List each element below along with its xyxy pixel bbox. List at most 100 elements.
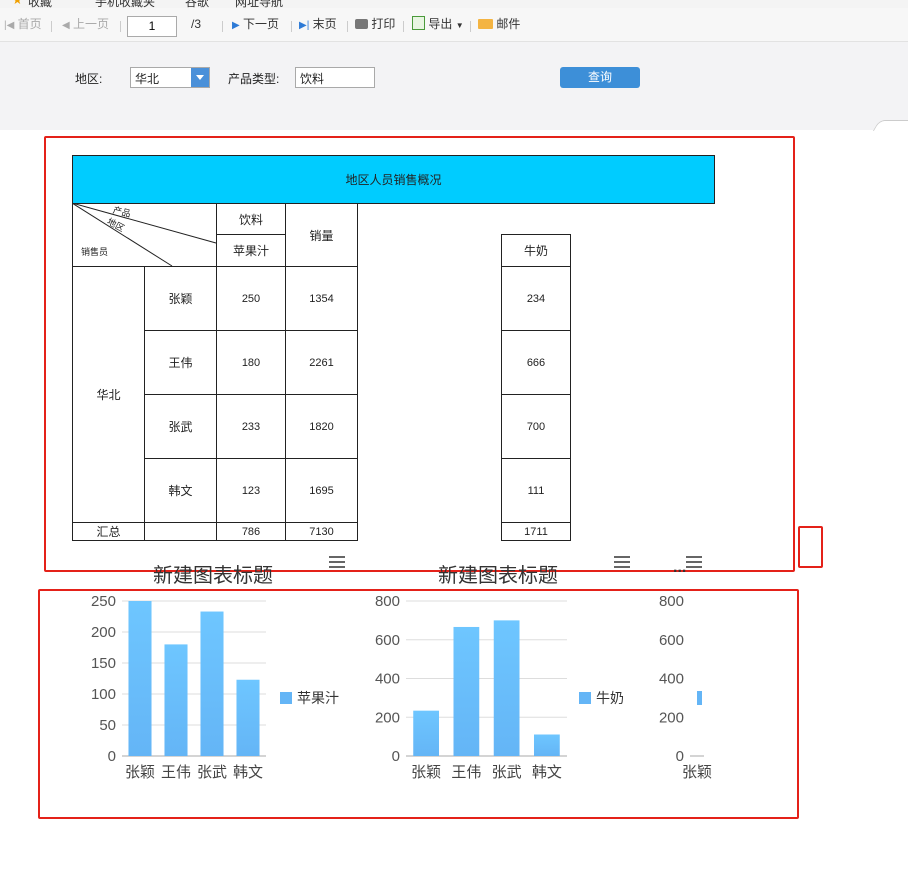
milk-value: 700	[501, 394, 571, 459]
y-tick-label: 0	[392, 748, 400, 765]
x-tick-label: 张颖	[125, 764, 155, 781]
y-tick-label: 0	[108, 748, 116, 765]
bar	[164, 644, 188, 756]
y-tick-label: 0	[676, 748, 684, 765]
bar-chart-juice: 0 50 100 150 200 250 张颖 王伟 张武 韩文 苹果汁	[91, 593, 339, 781]
seller-name: 张颖	[144, 266, 217, 331]
mail-button[interactable]: 邮件	[478, 8, 520, 41]
export-icon	[412, 16, 425, 30]
chart-title: ...	[673, 559, 687, 576]
total-label: 汇总	[72, 522, 145, 541]
query-button[interactable]: 查询	[560, 67, 640, 88]
legend-label: 苹果汁	[297, 690, 339, 706]
x-tick-label: 张颖	[682, 764, 712, 781]
bar-chart-milk: 0 200 400 600 800 张颖 王伟 张武 韩文 牛奶	[375, 593, 624, 781]
bar	[533, 734, 560, 756]
x-tick-label: 张颖	[411, 764, 441, 781]
region-select-value: 华北	[135, 72, 160, 86]
next-page-button[interactable]: ▶ 下一页	[232, 8, 279, 41]
y-tick-label: 150	[91, 655, 116, 672]
separator	[291, 21, 292, 32]
milk-value: 234	[501, 266, 571, 331]
menu-icon[interactable]	[329, 556, 345, 568]
y-tick-label: 600	[659, 632, 684, 649]
x-tick-label: 王伟	[451, 764, 481, 781]
seller-name: 张武	[144, 394, 217, 459]
milk-value: 666	[501, 330, 571, 395]
seller-name: 王伟	[144, 330, 217, 395]
first-page-button[interactable]: |◀ 首页	[4, 8, 42, 41]
header-juice: 苹果汁	[216, 234, 286, 267]
total-milk: 1711	[501, 522, 571, 541]
milk-value: 111	[501, 458, 571, 523]
product-type-input[interactable]: 饮料	[295, 67, 375, 88]
sales-value: 2261	[285, 330, 358, 395]
star-icon: ★	[12, 0, 23, 7]
favorite-item[interactable]: 收藏	[28, 0, 52, 8]
y-tick-label: 800	[659, 593, 684, 610]
chevron-down-icon: ▼	[455, 21, 464, 30]
juice-value: 233	[216, 394, 286, 459]
highlight-box-small	[798, 526, 823, 568]
legend-label: 牛奶	[596, 690, 624, 706]
bar	[200, 611, 224, 756]
y-tick-label: 200	[91, 624, 116, 641]
total-juice: 786	[216, 522, 286, 541]
chart-title: 新建图表标题	[153, 565, 273, 587]
bar	[236, 679, 260, 756]
separator	[347, 21, 348, 32]
y-tick-label: 400	[659, 671, 684, 688]
juice-value: 180	[216, 330, 286, 395]
separator	[403, 21, 404, 32]
region-select[interactable]: 华北	[130, 67, 210, 88]
product-type-value: 饮料	[300, 72, 325, 86]
sales-value: 1354	[285, 266, 358, 331]
total-sales: 7130	[285, 522, 358, 541]
separator	[222, 21, 223, 32]
report-title: 地区人员销售概况	[72, 155, 715, 204]
favorite-item[interactable]: 手机收藏夹	[95, 0, 155, 8]
bar	[128, 601, 152, 756]
mail-icon	[478, 19, 493, 29]
next-page-icon: ▶	[232, 20, 240, 31]
separator	[120, 21, 121, 32]
last-page-button[interactable]: ▶| 末页	[299, 8, 337, 41]
total-empty	[144, 522, 217, 541]
y-tick-label: 100	[91, 686, 116, 703]
separator	[470, 21, 471, 32]
legend-swatch	[280, 692, 292, 704]
juice-value: 123	[216, 458, 286, 523]
prev-page-icon: ◀	[62, 20, 70, 31]
x-tick-label: 韩文	[532, 764, 562, 781]
x-tick-label: 张武	[197, 764, 227, 781]
export-button[interactable]: 导出 ▼	[412, 8, 464, 41]
panel-collapse-tab[interactable]	[872, 120, 908, 131]
favorite-item[interactable]: 谷歌	[185, 0, 209, 8]
y-tick-label: 250	[91, 593, 116, 610]
favorite-item[interactable]: 网址导航	[235, 0, 283, 8]
y-tick-label: 800	[375, 593, 400, 610]
menu-icon[interactable]	[686, 556, 702, 568]
page-total: /3	[191, 17, 202, 31]
x-tick-label: 张武	[492, 764, 522, 781]
print-button[interactable]: 打印	[355, 8, 395, 41]
legend-swatch	[579, 692, 591, 704]
header-sales: 销量	[285, 203, 358, 267]
y-tick-label: 200	[375, 709, 400, 726]
sales-value: 1695	[285, 458, 358, 523]
region-label: 地区:	[75, 72, 103, 86]
bar	[453, 626, 480, 756]
y-tick-label: 200	[659, 709, 684, 726]
header-seller: 销售员	[81, 247, 109, 257]
bar-chart-partial: 0 200 400 600 800 张颖	[659, 593, 712, 781]
menu-icon[interactable]	[614, 556, 630, 568]
prev-page-button[interactable]: ◀ 上一页	[62, 8, 109, 41]
first-page-icon: |◀	[4, 20, 15, 31]
sales-value: 1820	[285, 394, 358, 459]
chevron-down-icon[interactable]	[191, 68, 209, 87]
seller-name: 韩文	[144, 458, 217, 523]
printer-icon	[355, 19, 368, 29]
header-category: 饮料	[216, 203, 286, 235]
product-type-label: 产品类型:	[228, 72, 280, 86]
page-number-input[interactable]	[127, 16, 177, 37]
